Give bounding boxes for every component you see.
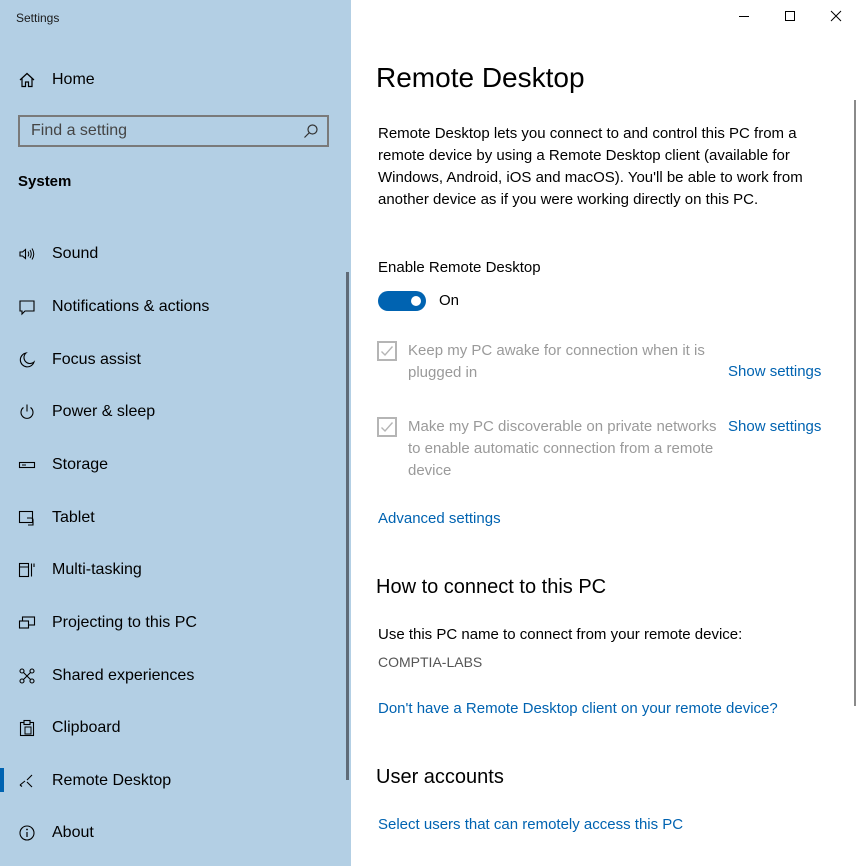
section-label-system: System [18,173,72,190]
sidebar-item-label: Multi-tasking [52,561,142,578]
settings-window: Settings Home System Sound No [0,0,859,866]
minimize-icon [738,9,750,27]
sidebar-item-label: Clipboard [52,719,121,736]
discoverable-checkbox[interactable] [377,417,397,437]
advanced-settings-link[interactable]: Advanced settings [378,510,501,527]
sidebar-item-multitasking[interactable]: Multi-tasking [0,550,351,590]
remote-desktop-icon [18,772,36,790]
search-input[interactable] [20,117,301,145]
sidebar-item-label: Shared experiences [52,667,195,684]
sidebar-item-about[interactable]: About [0,813,351,853]
sidebar-item-sound[interactable]: Sound [0,234,351,274]
sidebar-item-label: Power & sleep [52,403,156,420]
discoverable-label: Make my PC discoverable on private netwo… [408,418,717,479]
user-accounts-heading: User accounts [376,766,504,788]
sidebar-item-label: Projecting to this PC [52,614,197,631]
sidebar-item-label: Storage [52,456,109,473]
keep-awake-show-settings-link[interactable]: Show settings [728,363,821,380]
window-controls [721,0,859,36]
storage-icon [18,456,36,474]
main-content: Remote Desktop Remote Desktop lets you c… [351,0,859,866]
search-box[interactable] [18,115,329,147]
get-client-link[interactable]: Don't have a Remote Desktop client on yo… [378,700,778,717]
sidebar-item-focus-assist[interactable]: Focus assist [0,340,351,380]
enable-remote-desktop-label: Enable Remote Desktop [378,259,541,276]
select-users-link[interactable]: Select users that can remotely access th… [378,816,683,833]
pc-name: COMPTIA-LABS [378,654,483,670]
maximize-icon [784,9,796,27]
sidebar-item-home[interactable]: Home [0,60,351,100]
maximize-button[interactable] [767,0,813,36]
minimize-button[interactable] [721,0,767,36]
power-icon [18,403,36,421]
sidebar-item-projecting[interactable]: Projecting to this PC [0,603,351,643]
home-icon [18,71,36,89]
info-icon [18,824,36,842]
sidebar-item-label: About [52,824,94,841]
sidebar-item-shared-experiences[interactable]: Shared experiences [0,656,351,696]
sidebar: Settings Home System Sound No [0,0,351,866]
checkmark-icon [381,422,394,433]
sidebar-item-notifications[interactable]: Notifications & actions [0,287,351,327]
sidebar-item-power-sleep[interactable]: Power & sleep [0,392,351,432]
checkmark-icon [381,346,394,357]
connect-instructions: Use this PC name to connect from your re… [378,626,743,643]
notification-icon [18,298,36,316]
sidebar-item-storage[interactable]: Storage [0,445,351,485]
clipboard-icon [18,719,36,737]
sidebar-item-label: Home [52,71,95,88]
sidebar-item-label: Remote Desktop [52,772,172,789]
main-scrollbar[interactable] [854,100,856,706]
search-icon[interactable] [303,123,319,139]
page-title: Remote Desktop [376,62,585,93]
projecting-icon [18,614,36,632]
sidebar-item-label: Sound [52,245,99,262]
connect-heading: How to connect to this PC [376,576,607,598]
sidebar-item-label: Focus assist [52,351,141,368]
close-button[interactable] [813,0,859,36]
close-icon [830,9,842,27]
moon-icon [18,351,36,369]
toggle-state-label: On [439,292,460,309]
keep-awake-checkbox[interactable] [377,341,397,361]
keep-awake-label: Keep my PC awake for connection when it … [408,342,705,381]
enable-remote-desktop-toggle[interactable] [378,291,426,311]
tablet-icon [18,509,36,527]
sidebar-scrollbar[interactable] [346,272,349,780]
page-description: Remote Desktop lets you connect to and c… [378,125,803,208]
shared-experiences-icon [18,667,36,685]
sidebar-item-tablet[interactable]: Tablet [0,498,351,538]
sidebar-item-label: Tablet [52,509,95,526]
sidebar-item-clipboard[interactable]: Clipboard [0,708,351,748]
discoverable-show-settings-link[interactable]: Show settings [728,418,821,435]
speaker-icon [18,245,36,263]
sidebar-item-remote-desktop[interactable]: Remote Desktop [0,761,351,801]
sidebar-item-label: Notifications & actions [52,298,210,315]
toggle-knob [411,296,421,306]
app-title: Settings [16,11,60,25]
multitasking-icon [18,561,36,579]
